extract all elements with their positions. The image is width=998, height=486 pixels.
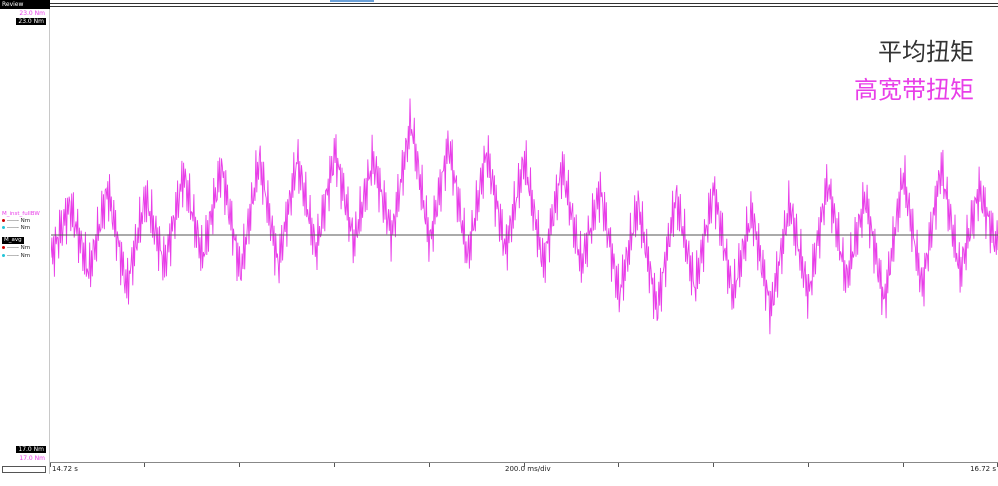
overview-selection-tab[interactable] [330, 0, 374, 2]
scale-max-black: 23.0 Nm [16, 18, 46, 25]
time-tick [618, 463, 619, 467]
time-end-label: 16.72 s [970, 465, 996, 473]
red-marker-icon [2, 246, 5, 249]
channel-label-avg[interactable]: M_avg [2, 237, 24, 244]
scroll-box[interactable] [2, 466, 46, 473]
scale-min-magenta: 17.0 Nm [19, 455, 45, 462]
time-tick [808, 463, 809, 467]
channel-row: ------ Nm [2, 245, 30, 251]
channel-row: ------ Nm [2, 225, 30, 231]
channel-row: ------ Nm [2, 218, 30, 224]
time-tick [903, 463, 904, 467]
time-tick [429, 463, 430, 467]
time-tick [713, 463, 714, 467]
time-tick [334, 463, 335, 467]
time-scale-label: 200.0 ms/div [505, 465, 551, 473]
series-line-M_inst_fullBW [51, 98, 998, 335]
time-start-label: 14.72 s [52, 465, 78, 473]
channel-label-inst[interactable]: M_inst_fullBW [2, 211, 40, 218]
legend-full-label: 高宽带扭矩 [854, 76, 974, 104]
bottom-strip [0, 474, 998, 486]
cyan-marker-icon [2, 254, 5, 257]
scale-max-magenta: 23.0 Nm [19, 10, 45, 17]
scale-min-black: 17.0 Nm [16, 446, 46, 453]
overview-line [50, 3, 998, 4]
cyan-marker-icon [2, 226, 5, 229]
time-tick [239, 463, 240, 467]
time-tick [50, 463, 51, 467]
channel-row: ------ Nm [2, 253, 30, 259]
overview-line [50, 6, 998, 7]
time-tick [144, 463, 145, 467]
top-overview-bar[interactable] [50, 0, 998, 9]
legend-avg-label: 平均扭矩 [878, 38, 974, 66]
channel-sidebar: Review 23.0 Nm 23.0 Nm M_inst_fullBW ---… [0, 0, 50, 486]
window-title: Review [0, 0, 50, 9]
red-marker-icon [2, 219, 5, 222]
